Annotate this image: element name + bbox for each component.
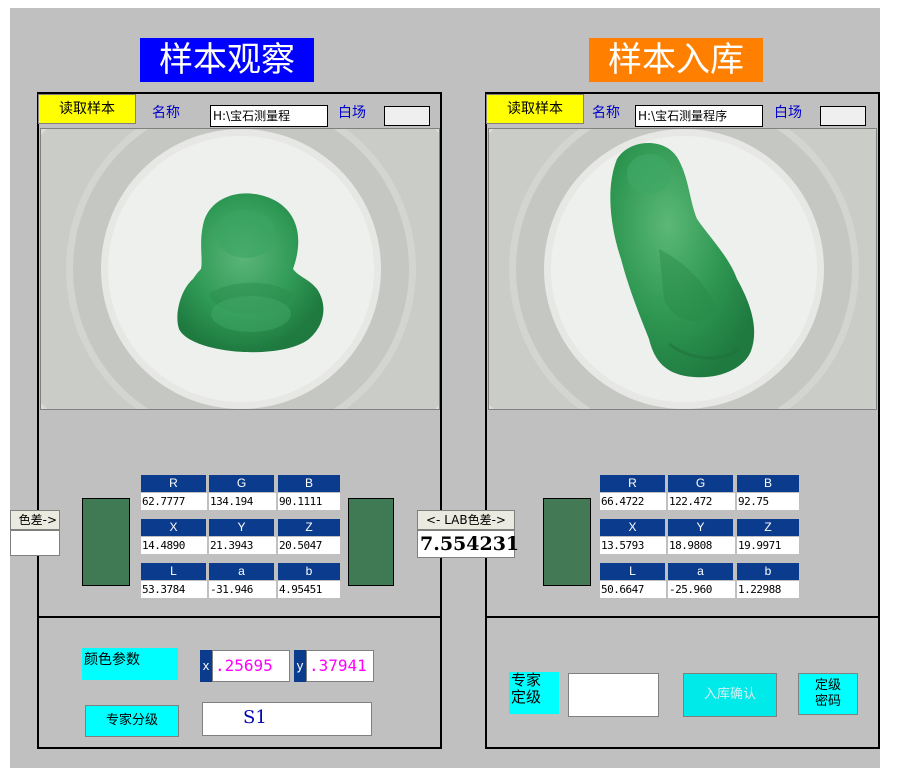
- value-G-right: 122.472: [668, 493, 735, 510]
- lab-diff-button[interactable]: <- LAB色差->: [417, 510, 515, 530]
- label-R-right: R: [600, 475, 665, 492]
- color-diff-value-left: [10, 530, 60, 556]
- value-B: 90.1111: [278, 493, 340, 510]
- observe-title: 样本观察: [140, 38, 314, 82]
- value-B-right: 92.75: [737, 493, 799, 510]
- expert-grade-label: 专家 定级: [509, 672, 559, 714]
- sample-photo-guanyin: [488, 128, 877, 410]
- white-field-label: 白场: [338, 105, 366, 121]
- value-Z-right: 19.9971: [737, 537, 799, 554]
- reference-color-swatch: [348, 498, 394, 586]
- value-b: 4.95451: [278, 581, 340, 598]
- storage-title: 样本入库: [589, 38, 763, 82]
- grade-pwd-line1: 定级: [814, 678, 841, 693]
- value-G: 134.194: [209, 493, 276, 510]
- value-L-right: 50.6647: [600, 581, 666, 598]
- expert-label-line1: 专家: [511, 671, 542, 689]
- value-a-right: -25.960: [668, 581, 735, 598]
- label-Y: Y: [209, 519, 274, 536]
- value-X: 14.4890: [141, 537, 207, 554]
- application-window: 样本观察 样本入库 读取样本 名称 H:\宝石测量程 白场 读取样本 名称 H:…: [10, 8, 880, 768]
- label-b: b: [278, 563, 340, 580]
- storage-divider: [485, 616, 880, 618]
- label-B: B: [278, 475, 340, 492]
- label-a: a: [209, 563, 274, 580]
- x-coordinate-value: .25695: [212, 650, 290, 682]
- label-X: X: [141, 519, 206, 536]
- sample-path-field-right[interactable]: H:\宝石测量程序: [635, 105, 763, 127]
- label-G: G: [209, 475, 274, 492]
- white-field-label-right: 白场: [774, 105, 802, 121]
- expert-grade-input[interactable]: [568, 673, 659, 717]
- grade-password-button[interactable]: 定级 密码: [798, 673, 858, 715]
- label-R: R: [141, 475, 206, 492]
- value-R-right: 66.4722: [600, 493, 666, 510]
- color-diff-button-left[interactable]: 色差->: [10, 510, 60, 530]
- confirm-storage-button[interactable]: 入库确认: [683, 673, 777, 717]
- storage-color-swatch: [543, 498, 591, 586]
- read-sample-button-right[interactable]: 读取样本: [486, 94, 584, 124]
- value-L: 53.3784: [141, 581, 207, 598]
- value-a: -31.946: [209, 581, 276, 598]
- label-L-right: L: [600, 563, 665, 580]
- expert-label-line2: 定级: [511, 688, 542, 706]
- sample-path-field[interactable]: H:\宝石测量程: [210, 105, 328, 127]
- observe-divider: [37, 616, 442, 618]
- label-G-right: G: [668, 475, 733, 492]
- name-label: 名称: [152, 105, 180, 121]
- white-field-box-right[interactable]: [820, 106, 866, 126]
- grade-result-field: S1: [202, 702, 372, 736]
- value-Y-right: 18.9808: [668, 537, 735, 554]
- label-L: L: [141, 563, 206, 580]
- x-coordinate-tag: x: [200, 650, 212, 682]
- grade-pwd-line2: 密码: [814, 694, 841, 709]
- value-b-right: 1.22988: [737, 581, 799, 598]
- label-X-right: X: [600, 519, 665, 536]
- value-X-right: 13.5793: [600, 537, 666, 554]
- sample-photo-buddha: [40, 128, 440, 410]
- read-sample-button[interactable]: 读取样本: [38, 94, 136, 124]
- label-Y-right: Y: [668, 519, 733, 536]
- value-Y: 21.3943: [209, 537, 276, 554]
- white-field-box[interactable]: [384, 106, 430, 126]
- sample-color-swatch: [82, 498, 130, 586]
- expert-grade-button[interactable]: 专家分级: [85, 705, 179, 737]
- y-coordinate-tag: y: [294, 650, 306, 682]
- label-b-right: b: [737, 563, 799, 580]
- color-params-label: 颜色参数: [82, 648, 178, 680]
- label-Z: Z: [278, 519, 340, 536]
- y-coordinate-value: .37941: [306, 650, 374, 682]
- value-Z: 20.5047: [278, 537, 340, 554]
- value-R: 62.7777: [141, 493, 207, 510]
- lab-diff-value: 7.554231: [417, 530, 519, 558]
- name-label-right: 名称: [592, 105, 620, 121]
- label-B-right: B: [737, 475, 799, 492]
- label-Z-right: Z: [737, 519, 799, 536]
- label-a-right: a: [668, 563, 733, 580]
